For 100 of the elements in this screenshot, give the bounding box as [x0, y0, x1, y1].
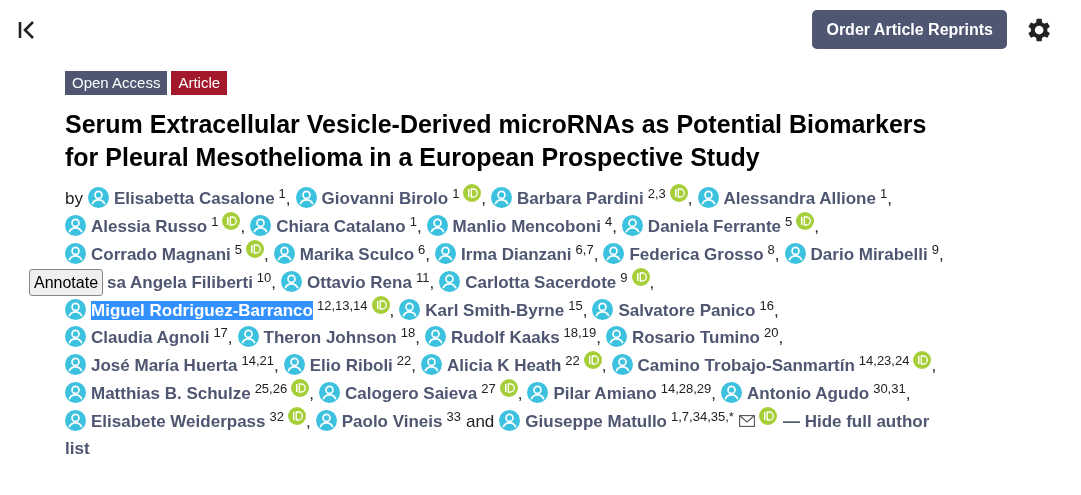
orcid-icon[interactable]	[371, 296, 390, 314]
author-name[interactable]: Carlotta Sacerdote	[465, 273, 617, 292]
person-icon	[399, 299, 421, 320]
author-name[interactable]: Federica Grosso	[629, 245, 764, 264]
author-name[interactable]: Rudolf Kaaks	[450, 328, 560, 347]
author-name[interactable]: Elio Riboli	[309, 356, 393, 375]
author-name[interactable]: José María Huerta	[91, 356, 238, 375]
separator: ,	[778, 328, 784, 347]
separator: ,	[429, 273, 435, 292]
separator: ,	[596, 328, 601, 347]
tag: Article	[171, 71, 228, 95]
separator: and	[465, 412, 495, 431]
separator: ,	[274, 356, 279, 375]
hide-authors-link[interactable]: — Hide full author	[782, 412, 930, 431]
author-name[interactable]: Karl Smith-Byrne	[425, 301, 565, 320]
affiliation-numbers: 20	[764, 324, 779, 340]
author-name[interactable]: Paolo Vineis	[341, 412, 443, 431]
author-name[interactable]: Giuseppe Matullo	[525, 412, 667, 431]
author-name[interactable]: Corrado Magnani	[91, 245, 231, 264]
author-name[interactable]: Elisabetta Casalone	[113, 189, 275, 208]
person-icon	[65, 326, 86, 347]
hide-authors-link[interactable]: list	[65, 439, 90, 458]
author-name[interactable]: Alessia Russo	[91, 217, 208, 236]
person-icon	[87, 187, 109, 208]
person-icon	[65, 243, 86, 264]
separator: ,	[887, 189, 892, 208]
author-name[interactable]: Alessandra Allione	[723, 189, 876, 208]
author-name[interactable]: Dario Mirabelli	[810, 245, 928, 264]
annotate-button[interactable]: Annotate	[29, 269, 104, 296]
orcid-icon[interactable]	[287, 407, 306, 425]
orcid-icon[interactable]	[222, 212, 241, 230]
orcid-icon[interactable]	[796, 212, 815, 230]
orcid-icon[interactable]	[669, 184, 688, 202]
affiliation-numbers: 27	[481, 380, 496, 396]
author-name[interactable]: Calogero Saieva	[344, 384, 478, 403]
separator: ,	[649, 273, 655, 292]
person-icon	[439, 271, 461, 292]
person-icon	[65, 382, 86, 403]
separator: ,	[582, 301, 588, 320]
affiliation-numbers: 1	[879, 185, 888, 201]
author-name[interactable]: Alicia K Heath	[447, 356, 562, 375]
affiliation-numbers: 5	[234, 241, 243, 257]
author-name[interactable]: Matthias B. Schulze	[91, 384, 251, 403]
person-icon	[424, 326, 446, 347]
affiliation-numbers: 1	[409, 213, 417, 229]
separator: ,	[774, 245, 780, 264]
orcid-icon[interactable]	[583, 351, 602, 369]
person-icon	[435, 243, 457, 264]
separator: ,	[425, 245, 431, 264]
author-name[interactable]: Chiara Catalano	[276, 217, 406, 236]
author-name[interactable]: Claudia Agnoli	[91, 328, 210, 347]
author-name[interactable]: Manlio Mencoboni	[452, 217, 601, 236]
affiliation-numbers: 1,7,34,35,*	[671, 408, 734, 424]
orcid-icon[interactable]	[499, 379, 518, 397]
person-icon	[281, 271, 303, 292]
author-name[interactable]: Giovanni Birolo	[321, 189, 449, 208]
orcid-icon[interactable]	[463, 184, 482, 202]
order-reprints-button[interactable]: Order Article Reprints	[812, 10, 1007, 49]
orcid-icon[interactable]	[246, 240, 265, 258]
affiliation-numbers: 22	[565, 352, 580, 368]
orcid-icon[interactable]	[291, 379, 310, 397]
orcid-icon[interactable]	[631, 268, 650, 286]
affiliation-numbers: 1	[211, 213, 219, 229]
author-name[interactable]: Pilar Amiano	[553, 384, 657, 403]
author-name[interactable]: Daniela Ferrante	[647, 217, 782, 236]
person-icon	[605, 326, 627, 347]
person-icon	[315, 410, 337, 431]
person-icon	[611, 354, 633, 375]
affiliation-numbers: 9	[931, 241, 939, 257]
orcid-icon[interactable]	[913, 351, 932, 369]
author-name[interactable]: Barbara Pardini	[517, 189, 644, 208]
affiliation-numbers: 17	[213, 324, 228, 340]
author-name[interactable]: Theron Johnson	[263, 328, 397, 347]
author-name[interactable]: Marika Sculco	[299, 245, 415, 264]
affiliation-numbers: 6,7	[575, 241, 594, 257]
affiliation-numbers: 25,26	[254, 380, 288, 396]
person-icon	[491, 187, 513, 208]
author-name[interactable]: Ottavio Rena	[307, 273, 412, 292]
author-name[interactable]: sa Angela Filiberti	[107, 273, 253, 292]
author-name[interactable]: Antonio Agudo	[747, 384, 870, 403]
affiliation-numbers: 10	[256, 269, 272, 285]
affiliation-numbers: 2,3	[647, 185, 666, 201]
affiliation-numbers: 6	[418, 241, 426, 257]
affiliation-numbers: 15	[568, 297, 583, 313]
person-icon	[237, 326, 259, 347]
author-name[interactable]: Elisabete Weiderpass	[91, 412, 266, 431]
affiliation-numbers: 18,19	[563, 324, 597, 340]
separator: ,	[814, 217, 820, 236]
author-name[interactable]: Rosario Tumino	[631, 328, 760, 347]
affiliation-numbers: 12,13,14	[316, 297, 368, 313]
author-name[interactable]: Salvatore Panico	[618, 301, 756, 320]
separator: ,	[389, 301, 395, 320]
separator: ,	[227, 328, 233, 347]
author-name[interactable]: Camino Trobajo-Sanmartín	[637, 356, 855, 375]
email-icon[interactable]	[738, 415, 755, 427]
author-name[interactable]: Irma Dianzani	[461, 245, 572, 264]
separator: ,	[711, 384, 717, 403]
affiliation-numbers: 30,31	[873, 380, 906, 396]
separator: ,	[938, 245, 944, 264]
person-icon	[283, 354, 305, 375]
